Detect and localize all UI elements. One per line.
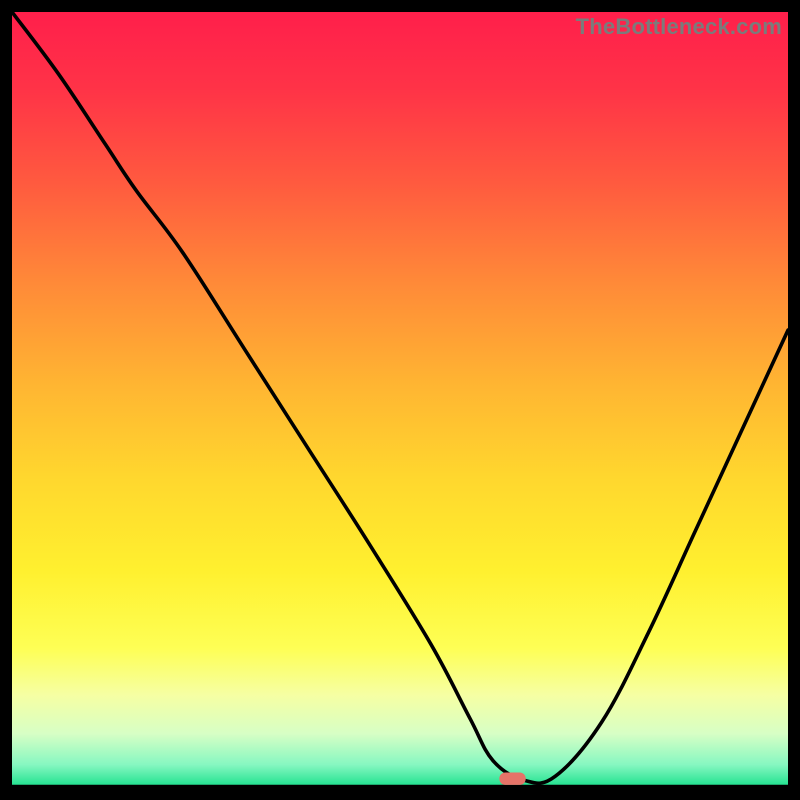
plot-area: [12, 12, 788, 788]
chart-container: TheBottleneck.com: [0, 0, 800, 800]
gradient-background: [12, 12, 788, 788]
watermark-text: TheBottleneck.com: [576, 14, 782, 40]
optimal-point-marker: [499, 772, 525, 784]
bottleneck-chart: [12, 12, 788, 788]
